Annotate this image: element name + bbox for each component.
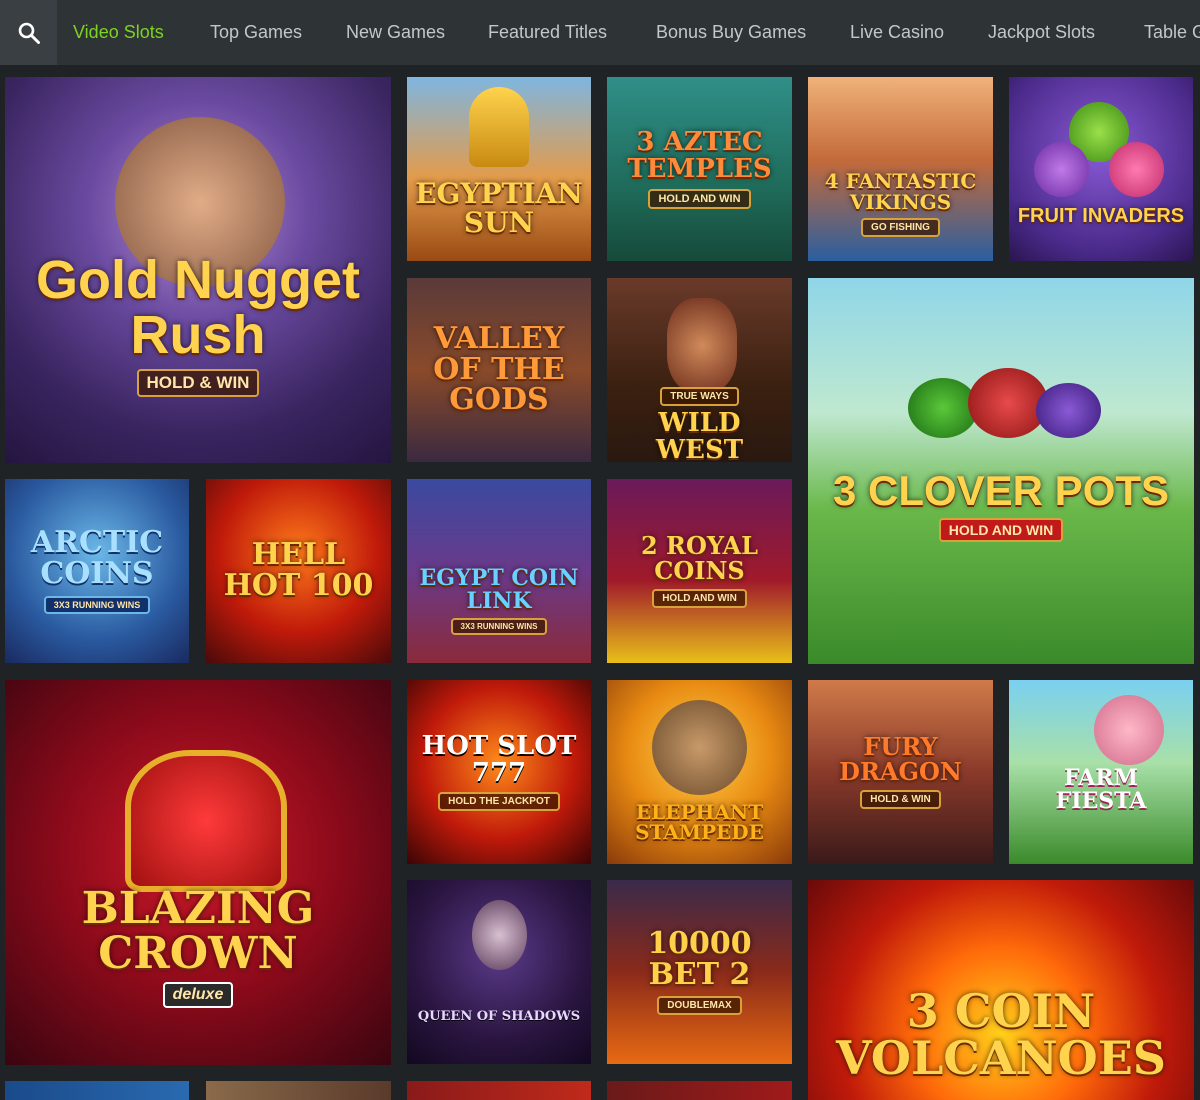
game-title: 2 ROYAL COINS (641, 531, 758, 585)
game-tile[interactable]: FARM FIESTA (1009, 680, 1193, 864)
game-tile[interactable] (5, 1081, 189, 1100)
game-title: BLAZING CROWN (81, 882, 315, 979)
game-title: Gold Nugget Rush (36, 249, 360, 365)
game-tile[interactable]: EGYPTIAN SUN (407, 77, 591, 261)
game-subtitle: HOLD AND WIN (648, 188, 751, 209)
game-title: VALLEY OF THE GODS (433, 321, 565, 418)
tab-featured-titles[interactable]: Featured Titles (488, 0, 607, 65)
game-subtitle: GO FISHING (861, 217, 940, 237)
game-title: FURY DRAGON (839, 732, 962, 786)
game-title: HOT SLOT 777 (421, 730, 577, 788)
game-title: WILD WEST (655, 407, 744, 462)
game-subtitle: HOLD & WIN (136, 369, 260, 398)
search-icon (18, 22, 40, 44)
game-subtitle: 3X3 RUNNING WINS (450, 617, 548, 635)
game-tile[interactable]: BLAZING CROWN deluxe (5, 680, 391, 1065)
game-tile[interactable]: FRUIT INVADERS (1009, 77, 1193, 261)
game-title: FRUIT INVADERS (1017, 205, 1185, 228)
category-nav: Video Slots Top Games New Games Featured… (0, 0, 1200, 65)
game-tile[interactable]: ARCTIC COINS 3X3 RUNNING WINS (5, 479, 189, 663)
game-tile[interactable] (607, 1081, 792, 1100)
game-subtitle: HOLD AND WIN (938, 518, 1064, 543)
game-title: 4 FANTASTIC VIKINGS (824, 169, 977, 214)
game-title: FARM FIESTA (1055, 765, 1147, 814)
game-tile[interactable]: EGYPT COIN LINK 3X3 RUNNING WINS (407, 479, 591, 663)
game-tile[interactable]: TRUE WAYS WILD WEST (607, 278, 792, 462)
game-subtitle: HOLD & WIN (860, 789, 941, 809)
game-title: 3 COIN VOLCANOES (836, 984, 1166, 1085)
game-tile[interactable]: HELL HOT 100 (206, 479, 391, 663)
game-tile[interactable]: 3 COIN VOLCANOES (808, 880, 1194, 1100)
game-title: QUEEN OF SHADOWS (417, 1009, 581, 1025)
game-tile[interactable]: QUEEN OF SHADOWS (407, 880, 591, 1064)
game-subtitle: TRUE WAYS (660, 386, 739, 406)
game-title: 3 AZTEC TEMPLES (627, 127, 772, 184)
game-subtitle: HOLD AND WIN (652, 588, 747, 608)
tab-video-slots[interactable]: Video Slots (73, 0, 164, 65)
game-tile[interactable]: FURY DRAGON HOLD & WIN (808, 680, 993, 864)
game-title: EGYPTIAN SUN (415, 177, 583, 239)
game-tile[interactable] (206, 1081, 391, 1100)
game-title: 3 CLOVER POTS (832, 466, 1170, 514)
search-button[interactable] (0, 0, 57, 65)
game-tile[interactable]: ELEPHANT STAMPEDE (607, 680, 792, 864)
game-tile[interactable]: VALLEY OF THE GODS (407, 278, 591, 462)
game-tile[interactable]: 3 CLOVER POTS HOLD AND WIN (808, 278, 1194, 664)
game-subtitle: HOLD THE JACKPOT (438, 792, 560, 812)
game-tile[interactable]: Gold Nugget Rush HOLD & WIN (5, 77, 391, 463)
tab-new-games[interactable]: New Games (346, 0, 445, 65)
game-tile[interactable]: 3 AZTEC TEMPLES HOLD AND WIN (607, 77, 792, 261)
tab-table-games[interactable]: Table G (1144, 0, 1200, 65)
game-subtitle: DOUBLEMAX (657, 996, 742, 1016)
tab-live-casino[interactable]: Live Casino (850, 0, 944, 65)
game-title: HELL HOT 100 (223, 537, 374, 603)
game-title: ARCTIC COINS (30, 525, 164, 591)
tab-jackpot-slots[interactable]: Jackpot Slots (988, 0, 1095, 65)
game-tile[interactable]: 2 ROYAL COINS HOLD AND WIN (607, 479, 792, 663)
game-tile[interactable]: 10000 BET 2 DOUBLEMAX (607, 880, 792, 1064)
game-title: ELEPHANT STAMPEDE (635, 799, 764, 844)
game-subtitle: deluxe (162, 982, 234, 1009)
tab-bonus-buy-games[interactable]: Bonus Buy Games (656, 0, 806, 65)
game-title: EGYPT COIN LINK (419, 565, 579, 614)
game-tile[interactable]: HOT SLOT 777 HOLD THE JACKPOT (407, 680, 591, 864)
game-subtitle: 3X3 RUNNING WINS (43, 595, 151, 614)
game-tile[interactable] (407, 1081, 591, 1100)
game-title: 10000 BET 2 (647, 925, 752, 992)
tab-top-games[interactable]: Top Games (210, 0, 302, 65)
game-tile[interactable]: 4 FANTASTIC VIKINGS GO FISHING (808, 77, 993, 261)
